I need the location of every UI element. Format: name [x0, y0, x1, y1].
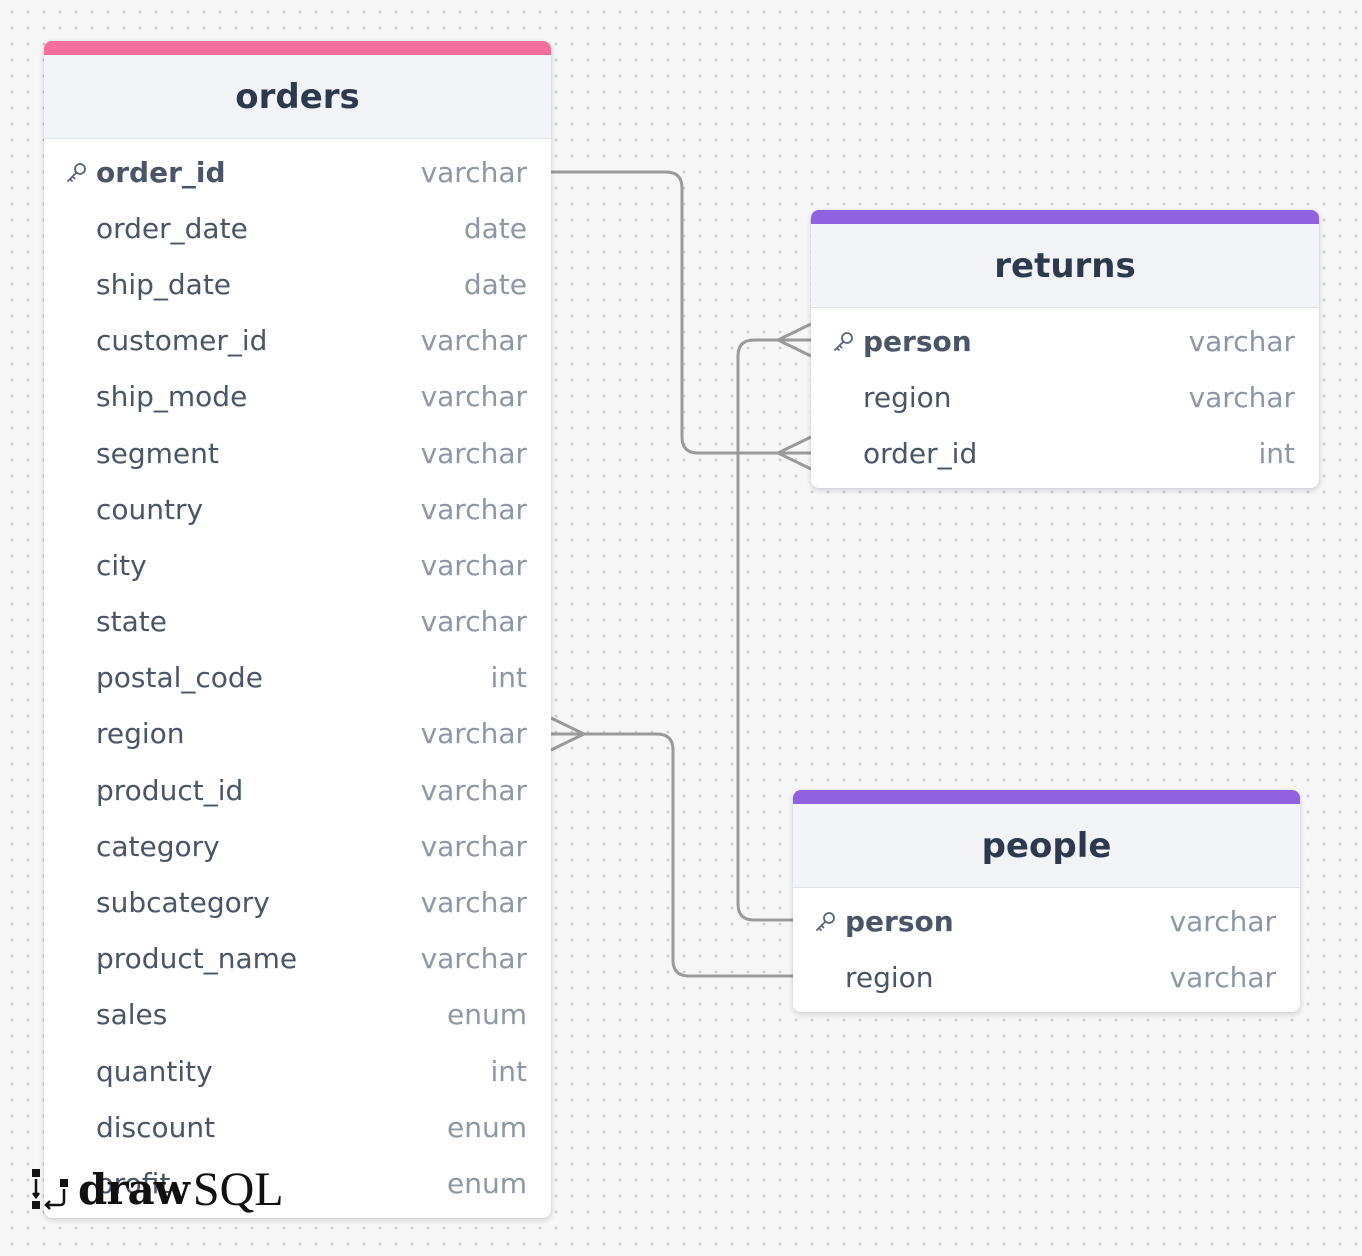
column-name: person — [845, 904, 954, 938]
relation-people-orders-line[interactable] — [551, 732, 793, 978]
table-people-header[interactable]: people — [793, 804, 1300, 888]
column-type: varchar — [420, 324, 527, 358]
table-orders-header[interactable]: orders — [44, 55, 551, 139]
column-type: enum — [447, 1110, 527, 1144]
primary-key-icon — [831, 328, 857, 354]
column-row-order-date[interactable]: order_date date — [44, 200, 551, 256]
column-type: varchar — [420, 436, 527, 470]
column-name: subcategory — [96, 886, 270, 920]
column-name: order_id — [96, 155, 226, 189]
column-type: varchar — [420, 717, 527, 751]
column-row-product-id[interactable]: product_id varchar — [44, 762, 551, 818]
crows-foot-orders-region-icon — [550, 716, 588, 752]
column-type: varchar — [420, 155, 527, 189]
column-name: person — [863, 324, 972, 358]
column-name: customer_id — [96, 324, 268, 358]
column-list: person varchar region varchar order_id int — [811, 308, 1319, 482]
table-title: returns — [994, 245, 1136, 286]
column-type: varchar — [1188, 380, 1295, 414]
column-name: order_id — [863, 436, 978, 470]
column-type: int — [490, 1054, 527, 1088]
column-name: segment — [96, 436, 219, 470]
table-orders-accent — [44, 41, 551, 55]
column-type: varchar — [1169, 904, 1276, 938]
column-type: varchar — [420, 886, 527, 920]
column-type: int — [490, 661, 527, 695]
column-name: ship_mode — [96, 380, 248, 414]
column-type: varchar — [420, 380, 527, 414]
column-row-ship-date[interactable]: ship_date date — [44, 256, 551, 312]
column-type: date — [463, 267, 527, 301]
column-name: postal_code — [96, 661, 263, 695]
column-row-country[interactable]: country varchar — [44, 481, 551, 537]
column-name: product_id — [96, 773, 244, 807]
table-people-accent — [793, 790, 1300, 804]
column-name: discount — [96, 1110, 216, 1144]
table-returns-header[interactable]: returns — [811, 224, 1319, 308]
column-row-quantity[interactable]: quantity int — [44, 1043, 551, 1099]
primary-key-icon — [813, 908, 839, 934]
column-name: ship_date — [96, 267, 232, 301]
column-type: date — [463, 211, 527, 245]
column-row-region[interactable]: region varchar — [811, 369, 1319, 425]
column-type: varchar — [420, 492, 527, 526]
column-type: varchar — [420, 773, 527, 807]
table-returns-accent — [811, 210, 1319, 224]
column-row-region[interactable]: region varchar — [44, 706, 551, 762]
column-type: enum — [447, 1166, 527, 1200]
column-row-customer-id[interactable]: customer_id varchar — [44, 313, 551, 369]
crows-foot-returns-order-id-icon — [774, 435, 812, 471]
column-name: region — [863, 380, 952, 414]
column-row-ship-mode[interactable]: ship_mode varchar — [44, 369, 551, 425]
column-row-product-name[interactable]: product_name varchar — [44, 931, 551, 987]
table-orders[interactable]: orders order_id varchar order_date date ship… — [44, 41, 551, 1218]
table-title: orders — [235, 76, 360, 117]
crows-foot-returns-person-icon — [774, 322, 812, 358]
column-name: category — [96, 829, 220, 863]
column-name: sales — [96, 998, 168, 1032]
column-row-subcategory[interactable]: subcategory varchar — [44, 874, 551, 930]
column-row-segment[interactable]: segment varchar — [44, 425, 551, 481]
relation-orders-returns-line[interactable] — [551, 170, 811, 455]
column-type: varchar — [420, 942, 527, 976]
table-people[interactable]: people person varchar region varchar — [793, 790, 1300, 1012]
drawsql-logo[interactable]: draw SQL — [30, 1162, 284, 1216]
column-row-person[interactable]: person varchar — [793, 893, 1300, 949]
column-name: country — [96, 492, 204, 526]
drawsql-logo-icon — [32, 1169, 68, 1210]
column-name: state — [96, 605, 167, 639]
column-row-state[interactable]: state varchar — [44, 594, 551, 650]
column-list: order_id varchar order_date date ship_date da… — [44, 139, 551, 1212]
table-returns[interactable]: returns person varchar region varchar order_… — [811, 210, 1319, 488]
column-row-order-id[interactable]: order_id varchar — [44, 144, 551, 200]
logo-text-sql: SQL — [192, 1162, 284, 1216]
column-type: varchar — [1169, 960, 1276, 994]
column-name: city — [96, 548, 147, 582]
column-row-order-id[interactable]: order_id int — [811, 425, 1319, 481]
column-row-region[interactable]: region varchar — [793, 949, 1300, 1005]
column-row-discount[interactable]: discount enum — [44, 1099, 551, 1155]
column-type: int — [1258, 436, 1295, 470]
column-list: person varchar region varchar — [793, 888, 1300, 1005]
column-name: order_date — [96, 211, 248, 245]
column-row-person[interactable]: person varchar — [811, 313, 1319, 369]
column-name: product_name — [96, 942, 298, 976]
column-type: enum — [447, 998, 527, 1032]
column-type: varchar — [420, 605, 527, 639]
column-row-city[interactable]: city varchar — [44, 537, 551, 593]
column-type: varchar — [420, 548, 527, 582]
primary-key-icon — [64, 159, 90, 185]
column-name: region — [845, 960, 934, 994]
column-row-category[interactable]: category varchar — [44, 818, 551, 874]
column-name: region — [96, 717, 185, 751]
table-title: people — [981, 825, 1112, 866]
column-type: varchar — [420, 829, 527, 863]
column-name: quantity — [96, 1054, 213, 1088]
column-row-sales[interactable]: sales enum — [44, 987, 551, 1043]
logo-text-draw: draw — [78, 1164, 190, 1214]
column-type: varchar — [1188, 324, 1295, 358]
column-row-postal-code[interactable]: postal_code int — [44, 650, 551, 706]
